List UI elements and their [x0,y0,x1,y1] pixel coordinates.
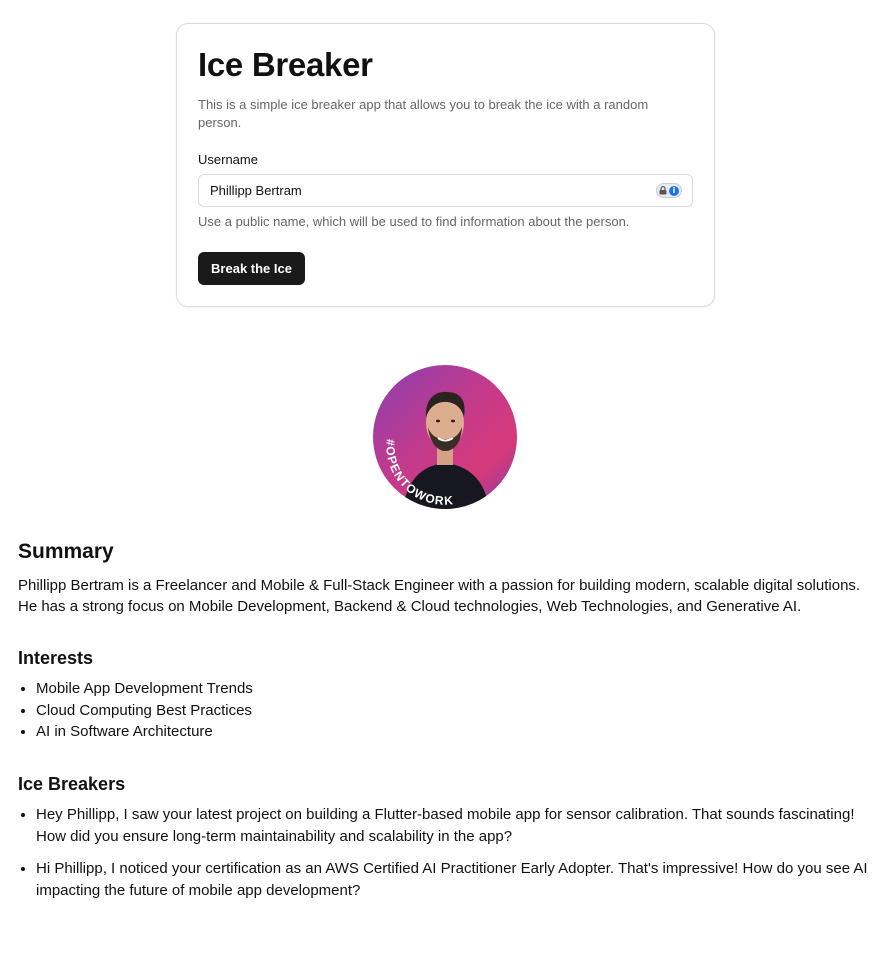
break-the-ice-button[interactable]: Break the Ice [198,252,305,285]
lock-icon [659,186,667,195]
list-item: Hey Phillipp, I saw your latest project … [36,804,876,848]
username-label: Username [198,152,258,167]
username-field-wrapper: i [198,174,693,207]
summary-heading: Summary [18,540,114,563]
info-icon: i [669,185,679,196]
list-item: Cloud Computing Best Practices [36,700,876,722]
username-help-text: Use a public name, which will be used to… [198,214,630,229]
avatar-image: #OPENTOWORK [373,365,517,509]
ice-breakers-list: Hey Phillipp, I saw your latest project … [36,804,876,912]
profile-avatar: #OPENTOWORK [373,365,517,509]
ice-breakers-heading: Ice Breakers [18,774,126,794]
page-title: Ice Breaker [198,46,373,83]
password-manager-icon[interactable]: i [656,183,682,198]
interests-list: Mobile App Development Trends Cloud Comp… [36,678,876,743]
ice-breaker-form-card: Ice Breaker This is a simple ice breaker… [176,23,715,307]
list-item: AI in Software Architecture [36,721,876,743]
interests-heading: Interests [18,648,94,668]
summary-text: Phillipp Bertram is a Freelancer and Mob… [18,577,861,615]
list-item: Hi Phillipp, I noticed your certificatio… [36,858,876,902]
username-input[interactable] [199,175,692,206]
app-description: This is a simple ice breaker app that al… [198,97,649,130]
list-item: Mobile App Development Trends [36,678,876,700]
